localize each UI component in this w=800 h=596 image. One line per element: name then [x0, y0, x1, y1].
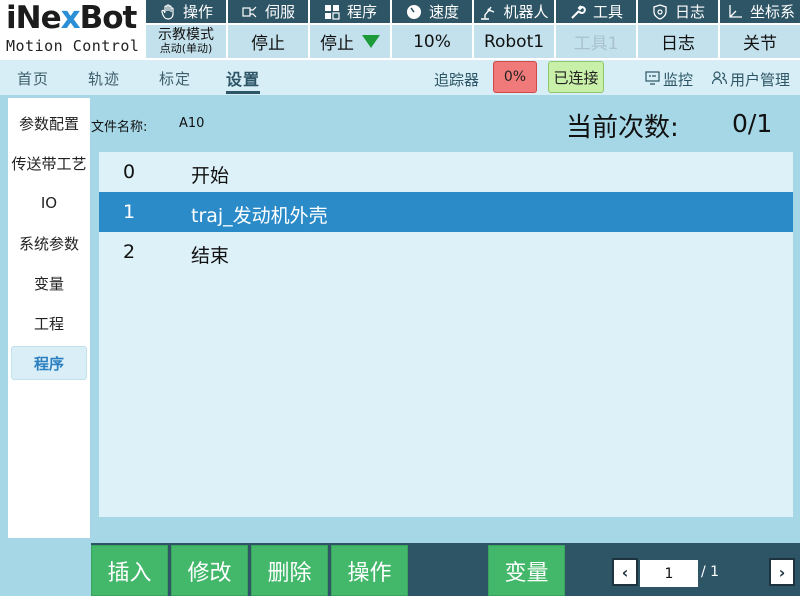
- sidebar-item-conveyor-process[interactable]: 传送带工艺: [8, 146, 90, 180]
- servo-status[interactable]: 停止: [228, 25, 308, 58]
- file-name-value: A10: [179, 116, 205, 131]
- sidebar-item-io[interactable]: IO: [8, 186, 90, 220]
- sidebar: 参数配置 传送带工艺 IO 系统参数 变量 工程 程序: [8, 98, 90, 538]
- main-area: 参数配置 传送带工艺 IO 系统参数 变量 工程 程序 文件名称: A10 当前…: [0, 95, 800, 596]
- file-name-label: 文件名称:: [91, 120, 148, 135]
- program-row[interactable]: 0 开始: [99, 152, 793, 192]
- grid-icon: [323, 3, 341, 21]
- tool-selector[interactable]: 工具1: [556, 25, 636, 58]
- chevron-left-icon: ‹: [621, 562, 629, 582]
- insert-button[interactable]: 插入: [91, 545, 168, 596]
- sidebar-item-program[interactable]: 程序: [11, 346, 87, 380]
- speed-value[interactable]: 10%: [392, 25, 472, 58]
- users-icon: [711, 70, 728, 89]
- servo-icon: [241, 3, 259, 21]
- menu-tool[interactable]: 工具: [556, 0, 636, 23]
- menu-speed[interactable]: 速度: [392, 0, 472, 23]
- sidebar-item-parameter-config[interactable]: 参数配置: [8, 106, 90, 140]
- menu-operate[interactable]: 操作: [146, 0, 226, 23]
- monitor-icon: [645, 70, 660, 89]
- robot-arm-icon: [479, 3, 497, 21]
- menu-robot[interactable]: 机器人: [474, 0, 554, 23]
- tab-settings[interactable]: 设置: [226, 66, 261, 94]
- hand-icon: [159, 3, 177, 21]
- tab-calibration[interactable]: 标定: [159, 68, 191, 89]
- gauge-icon: [405, 3, 423, 21]
- variable-button[interactable]: 变量: [488, 545, 565, 596]
- page-total: / 1: [701, 564, 720, 580]
- tab-trajectory[interactable]: 轨迹: [88, 68, 120, 89]
- monitor-link[interactable]: 监控: [645, 69, 693, 90]
- page-number-input[interactable]: [640, 560, 698, 587]
- program-row[interactable]: 2 结束: [99, 232, 793, 272]
- program-status[interactable]: 停止: [310, 25, 390, 58]
- modify-button[interactable]: 修改: [171, 545, 248, 596]
- sidebar-item-system-params[interactable]: 系统参数: [8, 226, 90, 260]
- current-count-label: 当前次数:: [566, 113, 679, 143]
- sidebar-item-variables[interactable]: 变量: [8, 266, 90, 300]
- current-count-value: 0/1: [732, 109, 773, 138]
- tracker-label: 追踪器: [434, 71, 480, 89]
- shield-icon: [651, 3, 669, 21]
- program-list: 0 开始 1 traj_发动机外壳 2 结束: [99, 152, 793, 517]
- wrench-icon: [569, 3, 587, 21]
- brand-name: iNexBot: [6, 0, 137, 36]
- program-row-selected[interactable]: 1 traj_发动机外壳: [99, 192, 793, 232]
- tab-home[interactable]: 首页: [17, 68, 49, 89]
- bottom-toolbar: 插入 修改 删除 操作 变量 ‹ / 1 ›: [91, 543, 800, 596]
- chevron-right-icon: ›: [778, 562, 786, 582]
- nav-bar: 首页 轨迹 标定 设置 追踪器 0% 已连接 监控 用户管理: [0, 60, 800, 95]
- delete-button[interactable]: 删除: [251, 545, 328, 596]
- next-page-button[interactable]: ›: [769, 558, 795, 586]
- robot-selector[interactable]: Robot1: [474, 25, 554, 58]
- dropdown-triangle-icon: [362, 35, 380, 48]
- operate-button[interactable]: 操作: [331, 545, 408, 596]
- log-button[interactable]: 日志: [638, 25, 718, 58]
- menu-program[interactable]: 程序: [310, 0, 390, 23]
- coordinate-selector[interactable]: 关节: [720, 25, 800, 58]
- menu-log[interactable]: 日志: [638, 0, 718, 23]
- user-management-link[interactable]: 用户管理: [711, 69, 790, 90]
- teach-mode-indicator[interactable]: 示教模式 点动(单动): [146, 25, 226, 58]
- menu-coordinate[interactable]: 坐标系: [720, 0, 800, 23]
- tracker-progress-badge[interactable]: 0%: [493, 61, 537, 93]
- connection-status-badge[interactable]: 已连接: [548, 61, 604, 93]
- brand-subtitle: Motion Control: [6, 37, 140, 55]
- logo: iNexBot Motion Control: [0, 0, 146, 58]
- prev-page-button[interactable]: ‹: [612, 558, 638, 586]
- menu-servo[interactable]: 伺服: [228, 0, 308, 23]
- sidebar-item-project[interactable]: 工程: [8, 306, 90, 340]
- axis-icon: [726, 3, 744, 21]
